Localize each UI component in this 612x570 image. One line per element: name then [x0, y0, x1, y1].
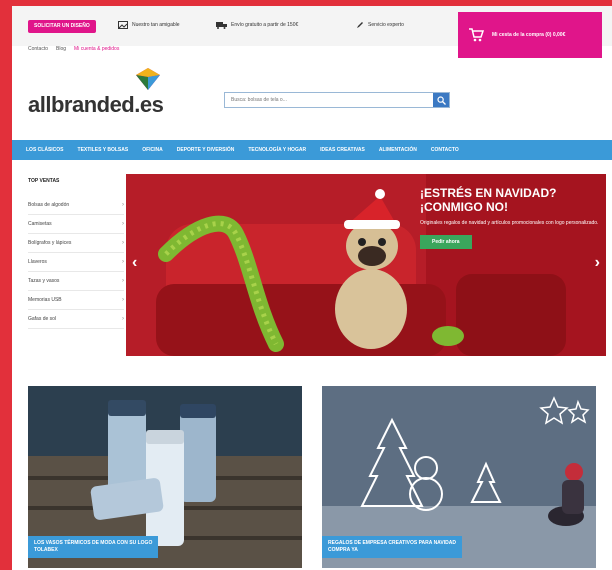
sidebar-item[interactable]: Camisetas › [28, 215, 124, 234]
caption-line-2: COMPRA YA [328, 547, 358, 553]
sidebar-item[interactable]: Gafas de sol › [28, 310, 124, 329]
image-icon [118, 21, 128, 29]
promo-card-regalos[interactable]: REGALOS DE EMPRESA CREATIVOS PARA NAVIDA… [322, 386, 596, 568]
nav-item-textiles[interactable]: TEXTILES Y BOLSAS [78, 147, 129, 153]
sidebar-item[interactable]: Bolígrafos y lápices › [28, 234, 124, 253]
promo-card-caption: LOS VASOS TÉRMICOS DE MODA CON SU LOGO T… [28, 536, 159, 558]
search-box [224, 92, 450, 108]
nav-item-tecnologia[interactable]: TECNOLOGÍA Y HOGAR [248, 147, 306, 153]
util-item-tan-amigable[interactable]: Nuestro tan amigable [118, 21, 180, 29]
main-nav: LOS CLÁSICOS TEXTILES Y BOLSAS OFICINA D… [12, 140, 612, 160]
hero-headline-2: ¡CONMIGO NO! [420, 200, 508, 214]
nav-item-clasicos[interactable]: LOS CLÁSICOS [26, 147, 64, 153]
hero-headline-1: ¡ESTRÉS EN NAVIDAD? [420, 186, 557, 200]
sidebar-title: TOP VENTAS [28, 178, 60, 184]
sidebar-item-label: Camisetas [28, 221, 52, 227]
caption-line-1: REGALOS DE EMPRESA CREATIVOS PARA NAVIDA… [328, 540, 456, 546]
site-logo[interactable]: allbranded.es [28, 92, 164, 118]
link-mi-cuenta[interactable]: Mi cuenta & pedidos [74, 46, 119, 52]
cart-icon [469, 28, 484, 42]
hero-banner[interactable]: ‹ › ¡ESTRÉS EN NAVIDAD? ¡CONMIGO NO! Ori… [126, 174, 606, 356]
link-contacto[interactable]: Contacto [28, 46, 48, 52]
util-item-label: Nuestro tan amigable [132, 22, 180, 28]
chevron-right-icon: › [122, 278, 124, 284]
chevron-right-icon: › [122, 221, 124, 227]
shopping-cart-button[interactable]: Mi cesta de la compra (0) 0,00€ [458, 12, 602, 58]
carousel-next-button[interactable]: › [595, 254, 600, 272]
sidebar-item[interactable]: Llaveros › [28, 253, 124, 272]
chevron-right-icon: › [122, 259, 124, 265]
chevron-right-icon: › [122, 297, 124, 303]
diamond-logo-icon [136, 68, 160, 90]
nav-item-deporte[interactable]: DEPORTE Y DIVERSIÓN [177, 147, 235, 153]
chevron-right-icon: › [122, 240, 124, 246]
util-item-label: Servicio experto [368, 22, 404, 28]
util-item-servicio-experto[interactable]: Servicio experto [356, 21, 404, 29]
util-item-label: Envío gratuito a partir de 150€ [231, 22, 299, 28]
truck-icon [216, 22, 227, 29]
sidebar-item-label: Bolígrafos y lápices [28, 240, 72, 246]
sidebar-item-label: Tazas y vasos [28, 278, 60, 284]
search-icon [436, 95, 446, 105]
nav-item-oficina[interactable]: OFICINA [142, 147, 163, 153]
sidebar-item-label: Llaveros [28, 259, 47, 265]
sidebar: TOP VENTAS Bolsas de algodón › Camisetas ›… [28, 178, 124, 329]
pencil-icon [357, 22, 363, 28]
nav-item-contacto[interactable]: CONTACTO [431, 147, 459, 153]
cart-label: Mi cesta de la compra (0) 0,00€ [492, 31, 566, 38]
sidebar-item[interactable]: Tazas y vasos › [28, 272, 124, 291]
search-button[interactable] [433, 93, 449, 107]
util-item-envio-gratuito[interactable]: Envío gratuito a partir de 150€ [216, 21, 298, 29]
sub-links: Contacto Blog Mi cuenta & pedidos [28, 46, 119, 52]
nav-item-ideas[interactable]: IDEAS CREATIVAS [320, 147, 365, 153]
hero-subtext: Originales regalos de navidad y artículo… [420, 220, 599, 226]
caption-line-1: LOS VASOS TÉRMICOS DE MODA CON SU LOGO [34, 540, 153, 546]
search-input[interactable] [225, 93, 433, 107]
hero-text: ¡ESTRÉS EN NAVIDAD? ¡CONMIGO NO! Origina… [420, 186, 600, 249]
link-blog[interactable]: Blog [56, 46, 66, 52]
sidebar-item[interactable]: Bolsas de algodón › [28, 196, 124, 215]
promo-pill-button[interactable]: SOLICITAR UN DISEÑO [28, 20, 96, 33]
chevron-right-icon: › [122, 316, 124, 322]
sidebar-item-label: Gafas de sol [28, 316, 57, 322]
nav-item-alimentacion[interactable]: ALIMENTACIÓN [379, 147, 417, 153]
hero-cta-button[interactable]: Pedir ahora [420, 235, 472, 249]
promo-card-caption: REGALOS DE EMPRESA CREATIVOS PARA NAVIDA… [322, 536, 462, 558]
promo-card-thermos[interactable]: LOS VASOS TÉRMICOS DE MODA CON SU LOGO T… [28, 386, 302, 568]
sidebar-item-label: Bolsas de algodón [28, 202, 70, 208]
carousel-prev-button[interactable]: ‹ [132, 254, 137, 272]
chevron-right-icon: › [122, 202, 124, 208]
page: SOLICITAR UN DISEÑO Nuestro tan amigable… [12, 6, 612, 570]
sidebar-item[interactable]: Memorias USB › [28, 291, 124, 310]
sidebar-item-label: Memorias USB [28, 297, 62, 303]
caption-line-2: TOLABEX [34, 547, 58, 553]
